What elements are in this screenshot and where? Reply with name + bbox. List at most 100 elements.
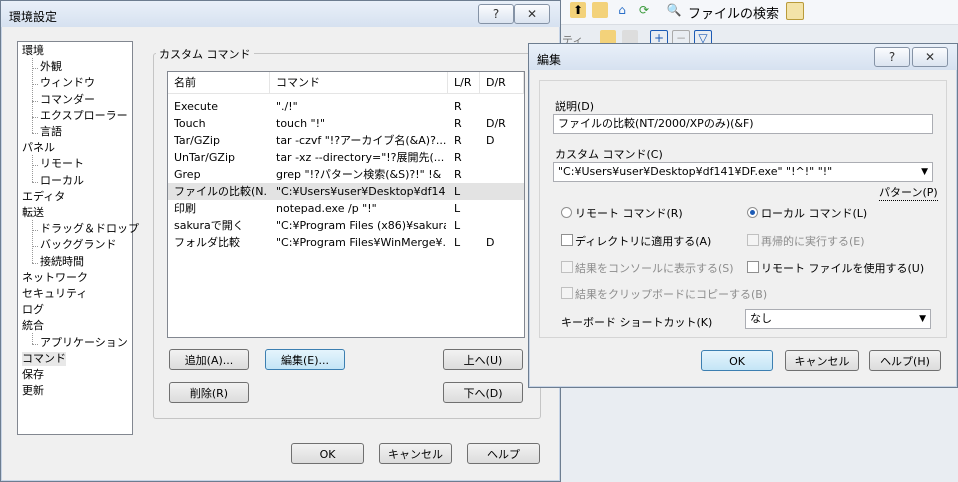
pattern-link[interactable]: パターン(P): [879, 184, 938, 201]
remote-command-label[interactable]: リモート コマンド(R): [575, 205, 683, 221]
table-row[interactable]: Touch touch "!" R D/R: [168, 115, 524, 132]
edit-title: 編集: [537, 53, 562, 67]
cancel-button[interactable]: キャンセル: [379, 443, 452, 464]
ok-button[interactable]: OK: [291, 443, 364, 464]
custom-command-list[interactable]: 名前 コマンド L/R D/R Execute "./!" R Touch touch …: [167, 71, 525, 338]
shortcut-value: なし: [750, 312, 772, 325]
show-console-label[interactable]: 結果をコンソールに表示する(S): [575, 260, 734, 276]
shortcut-combo[interactable]: なし ▼: [745, 309, 931, 329]
use-remote-files-checkbox[interactable]: [747, 261, 759, 273]
search-files-icon[interactable]: 🔍: [666, 2, 682, 18]
table-row[interactable]: ファイルの比較(N... "C:¥Users¥user¥Desktop¥df14.…: [168, 183, 524, 200]
tree-item[interactable]: アプリケーション: [40, 336, 128, 350]
delete-button[interactable]: 削除(R): [169, 382, 249, 403]
refresh-icon[interactable]: ⟳: [636, 2, 652, 18]
cell-lr: R: [454, 100, 462, 113]
down-button[interactable]: 下へ(D): [443, 382, 523, 403]
edit-help-title-button[interactable]: ?: [874, 47, 910, 67]
chevron-down-icon[interactable]: ▼: [921, 163, 928, 181]
tree-item[interactable]: リモート: [40, 157, 84, 171]
tree-item[interactable]: 外観: [40, 60, 62, 74]
edit-button[interactable]: 編集(E)...: [265, 349, 345, 370]
cell-name: フォルダ比較: [174, 236, 240, 249]
table-row[interactable]: UnTar/GZip tar -xz --directory="!?展開先(...…: [168, 149, 524, 166]
table-row[interactable]: フォルダ比較 "C:¥Program Files¥WinMerge¥... L D: [168, 234, 524, 251]
cell-lr: L: [454, 185, 461, 198]
tree-item[interactable]: エクスプローラー: [40, 109, 128, 123]
column-header-lr[interactable]: L/R: [448, 72, 480, 94]
tree-item[interactable]: 転送: [22, 206, 44, 220]
tree-item[interactable]: 保存: [22, 368, 44, 382]
home-icon[interactable]: ⌂: [614, 2, 630, 18]
tree-connector: [32, 133, 38, 134]
tree-item[interactable]: パネル: [22, 141, 55, 155]
recursive-label[interactable]: 再帰的に実行する(E): [761, 233, 865, 249]
tree-item[interactable]: 接続時間: [40, 255, 84, 269]
recursive-checkbox[interactable]: [747, 234, 759, 246]
help-button[interactable]: ヘルプ: [467, 443, 540, 464]
tree-icon[interactable]: [786, 2, 804, 20]
apply-to-dirs-label[interactable]: ディレクトリに適用する(A): [575, 233, 711, 249]
tree-connector: [32, 262, 38, 264]
settings-tree[interactable]: 環境外観ウィンドウコマンダーエクスプローラー 言語パネルリモートローカルエディタ転…: [17, 41, 139, 435]
edit-help-button[interactable]: ヘルプ(H): [869, 350, 941, 371]
cell-name: ファイルの比較(N...: [174, 185, 268, 198]
table-row[interactable]: Execute "./!" R: [168, 98, 524, 115]
tree-connector: [32, 181, 38, 183]
tree-item[interactable]: 言語: [40, 125, 62, 139]
edit-cancel-button[interactable]: キャンセル: [785, 350, 859, 371]
table-row[interactable]: Grep grep "!?パターン検索(&S)?!" !& R: [168, 166, 524, 183]
tree-item[interactable]: ローカル: [40, 174, 84, 188]
cell-name: UnTar/GZip: [174, 151, 235, 164]
table-row[interactable]: 印刷 notepad.exe /p "!" L: [168, 200, 524, 217]
copy-clipboard-checkbox[interactable]: [561, 287, 573, 299]
show-console-checkbox[interactable]: [561, 261, 573, 273]
edit-close-title-button[interactable]: ✕: [912, 47, 948, 67]
local-command-label[interactable]: ローカル コマンド(L): [761, 205, 867, 221]
cell-name: Tar/GZip: [174, 134, 220, 147]
tree-item[interactable]: ウィンドウ: [40, 76, 95, 90]
tree-item[interactable]: ドラッグ＆ドロップ: [40, 222, 139, 236]
column-header-name[interactable]: 名前: [168, 72, 270, 94]
custom-command-combo[interactable]: "C:¥Users¥user¥Desktop¥df141¥DF.exe" "!^…: [553, 162, 933, 182]
apply-to-dirs-checkbox[interactable]: [561, 234, 573, 246]
cell-lr: R: [454, 117, 462, 130]
up-button[interactable]: 上へ(U): [443, 349, 523, 370]
table-row[interactable]: sakuraで開く "C:¥Program Files (x86)¥sakura"…: [168, 217, 524, 234]
column-header-dr[interactable]: D/R: [480, 72, 524, 94]
use-remote-files-label[interactable]: リモート ファイルを使用する(U): [761, 260, 924, 276]
folder-up-icon[interactable]: ⬆: [570, 2, 586, 18]
tree-item[interactable]: ログ: [22, 303, 44, 317]
custom-command-group-label: カスタム コマンド: [156, 46, 254, 62]
tree-item[interactable]: コマンダー: [40, 93, 95, 107]
add-button[interactable]: 追加(A)...: [169, 349, 249, 370]
table-row[interactable]: Tar/GZip tar -czvf "!?アーカイブ名(&A)?... R D: [168, 132, 524, 149]
tree-item[interactable]: 環境: [22, 44, 44, 58]
tree-item[interactable]: 更新: [22, 384, 44, 398]
tree-item[interactable]: エディタ: [22, 190, 65, 204]
cell-command: tar -czvf "!?アーカイブ名(&A)?...: [276, 134, 446, 147]
tree-item[interactable]: セキュリティ: [22, 287, 87, 301]
local-command-radio[interactable]: [747, 207, 758, 218]
copy-clipboard-label[interactable]: 結果をクリップボードにコピーする(B): [575, 286, 767, 302]
remote-command-radio[interactable]: [561, 207, 572, 218]
edit-ok-button[interactable]: OK: [701, 350, 773, 371]
cell-command: "./!": [276, 100, 298, 113]
cell-dr: D: [486, 236, 495, 249]
cell-name: sakuraで開く: [174, 219, 244, 232]
tree-item[interactable]: 統合: [22, 319, 44, 333]
shortcut-chevron-down-icon[interactable]: ▼: [919, 310, 926, 328]
close-title-button[interactable]: ✕: [514, 4, 550, 24]
column-header-command[interactable]: コマンド: [270, 72, 448, 94]
folder-icon[interactable]: [592, 2, 608, 18]
custom-command-label: カスタム コマンド(C): [555, 148, 663, 161]
help-title-button[interactable]: ?: [478, 4, 514, 24]
tree-item[interactable]: バックグランド: [40, 238, 117, 252]
description-input[interactable]: ファイルの比較(NT/2000/XPのみ)(&F): [553, 114, 933, 134]
tree-item[interactable]: ネットワーク: [22, 271, 88, 285]
file-search-label[interactable]: ファイルの検索: [688, 3, 779, 22]
tree-connector: [32, 220, 33, 263]
cell-dr: D: [486, 134, 495, 147]
tree-item[interactable]: コマンド: [22, 351, 66, 366]
tree-connector: [32, 155, 33, 182]
